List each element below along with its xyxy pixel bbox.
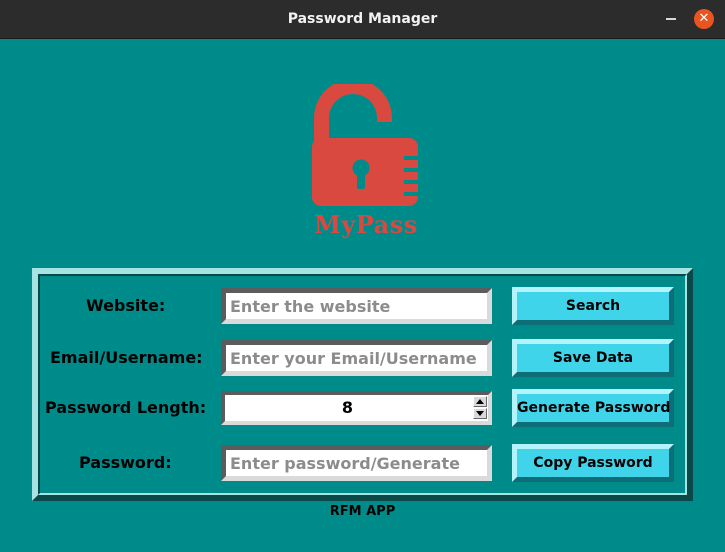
website-label: Website: (86, 296, 166, 315)
email-label: Email/Username: (50, 348, 203, 367)
app-window: Password Manager ✕ MyPass Website: Searc… (0, 0, 725, 552)
password-field[interactable] (221, 445, 492, 481)
increment-arrow-icon[interactable] (473, 396, 487, 407)
password-input[interactable] (226, 450, 487, 476)
minimize-icon[interactable] (666, 18, 676, 20)
password-length-label: Password Length: (45, 398, 207, 417)
email-input[interactable] (226, 345, 487, 371)
spinbox-arrows (473, 396, 487, 420)
copy-password-button[interactable]: Copy Password (512, 444, 674, 482)
password-length-spinbox[interactable]: 8 (221, 391, 492, 425)
logo-text: MyPass (314, 210, 418, 239)
padlock-icon (312, 84, 420, 206)
generate-password-button[interactable]: Generate Password (512, 389, 674, 427)
mypass-logo: MyPass (296, 84, 436, 246)
email-field[interactable] (221, 340, 492, 376)
password-length-value[interactable]: 8 (225, 395, 470, 421)
password-label: Password: (79, 453, 172, 472)
window-title: Password Manager (287, 11, 438, 27)
website-input[interactable] (226, 293, 487, 319)
search-button[interactable]: Search (512, 287, 674, 325)
footer-text: RFM APP (329, 504, 396, 519)
title-bar[interactable]: Password Manager ✕ (0, 0, 725, 39)
website-field[interactable] (221, 288, 492, 324)
close-icon[interactable]: ✕ (694, 9, 714, 29)
save-data-button[interactable]: Save Data (512, 339, 674, 377)
decrement-arrow-icon[interactable] (473, 408, 487, 419)
